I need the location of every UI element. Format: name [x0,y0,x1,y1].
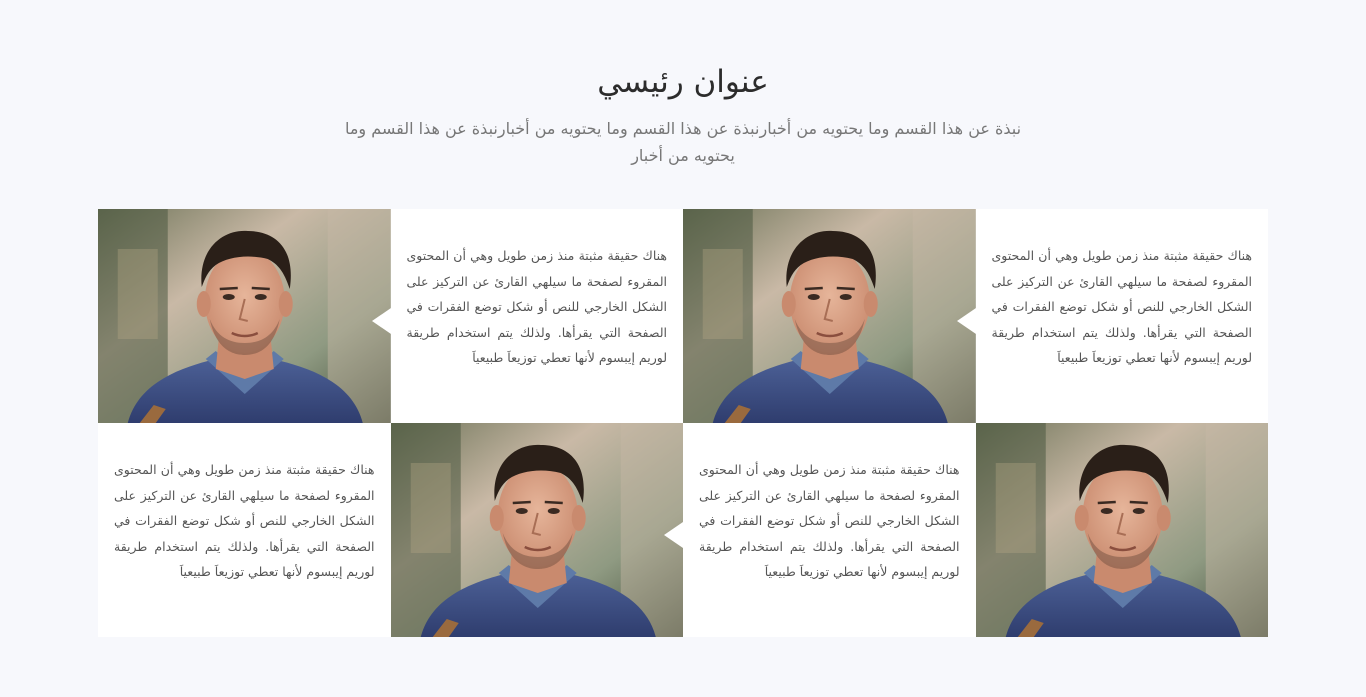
card-text: هناك حقيقة مثبتة منذ زمن طويل وهي أن الم… [699,462,960,579]
card-text: هناك حقيقة مثبتة منذ زمن طويل وهي أن الم… [991,248,1253,365]
man-portrait-photo [975,423,1268,637]
card-text: هناك حقيقة مثبتة منذ زمن طويل وهي أن الم… [114,462,375,579]
card-photo [975,423,1268,637]
card-text: هناك حقيقة مثبتة منذ زمن طويل وهي أن الم… [406,248,668,365]
section-title: عنوان رئيسي [597,64,769,100]
card-text-box: هناك حقيقة مثبتة منذ زمن طويل وهي أن الم… [664,423,976,637]
man-portrait-photo [98,209,391,423]
card-pointer-arrow [664,522,683,548]
card-text-box: هناك حقيقة مثبتة منذ زمن طويل وهي أن الم… [371,209,683,423]
card-photo [98,209,391,423]
team-row: هناك حقيقة مثبتة منذ زمن طويل وهي أن الم… [98,423,1268,637]
man-portrait-photo [683,209,976,423]
card-photo [683,209,976,423]
section-subtitle: نبذة عن هذا القسم وما يحتويه من أخبارنبذ… [344,119,1022,165]
team-grid: هناك حقيقة مثبتة منذ زمن طويل وهي أن الم… [98,209,1268,637]
card-text-box: هناك حقيقة مثبتة منذ زمن طويل وهي أن الم… [956,209,1268,423]
card-text-box: هناك حقيقة مثبتة منذ زمن طويل وهي أن الم… [98,423,391,637]
card-photo [390,423,683,637]
card-pointer-arrow [371,308,391,334]
card-pointer-arrow [956,308,976,334]
man-portrait-photo [390,423,683,637]
team-row: هناك حقيقة مثبتة منذ زمن طويل وهي أن الم… [98,209,1268,423]
